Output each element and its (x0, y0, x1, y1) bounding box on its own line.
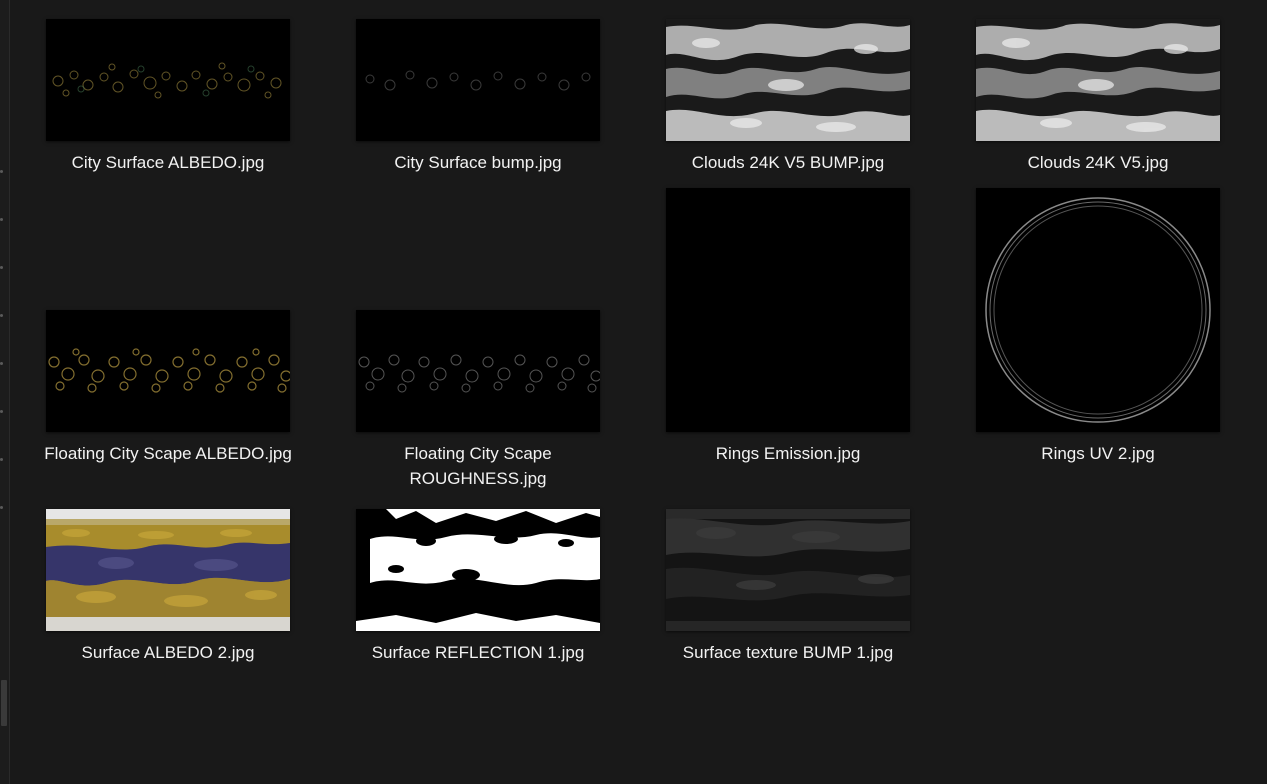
file-name[interactable]: Floating City Scape ROUGHNESS.jpg (328, 441, 628, 491)
file-name[interactable]: Floating City Scape ALBEDO.jpg (18, 441, 318, 466)
image-thumbnail[interactable] (976, 19, 1220, 141)
strip-dot (0, 170, 3, 173)
image-thumbnail[interactable] (666, 188, 910, 432)
pane-edge-scrollbar[interactable] (0, 0, 10, 784)
file-name[interactable]: Surface texture BUMP 1.jpg (638, 640, 938, 665)
strip-dot (0, 410, 3, 413)
file-name[interactable]: Clouds 24K V5 BUMP.jpg (638, 150, 938, 175)
image-thumbnail[interactable] (976, 188, 1220, 432)
strip-dot (0, 362, 3, 365)
image-thumbnail[interactable] (46, 19, 290, 141)
file-name[interactable]: Clouds 24K V5.jpg (948, 150, 1248, 175)
file-name[interactable]: Rings Emission.jpg (638, 441, 938, 466)
image-thumbnail[interactable] (356, 19, 600, 141)
file-name-line-2: ROUGHNESS.jpg (409, 469, 547, 488)
file-name[interactable]: City Surface bump.jpg (328, 150, 628, 175)
file-name[interactable]: City Surface ALBEDO.jpg (18, 150, 318, 175)
scrollbar-thumb[interactable] (1, 680, 7, 726)
strip-dot (0, 506, 3, 509)
strip-dot (0, 218, 3, 221)
file-name[interactable]: Rings UV 2.jpg (948, 441, 1248, 466)
strip-dot (0, 458, 3, 461)
strip-dot (0, 266, 3, 269)
image-thumbnail[interactable] (46, 509, 290, 631)
image-thumbnail[interactable] (666, 509, 910, 631)
file-name-line-1: Floating City Scape (404, 444, 552, 463)
image-thumbnail[interactable] (356, 310, 600, 432)
strip-dot (0, 314, 3, 317)
image-thumbnail[interactable] (666, 19, 910, 141)
file-name[interactable]: Surface ALBEDO 2.jpg (18, 640, 318, 665)
image-thumbnail[interactable] (356, 509, 600, 631)
file-name[interactable]: Surface REFLECTION 1.jpg (328, 640, 628, 665)
image-thumbnail[interactable] (46, 310, 290, 432)
